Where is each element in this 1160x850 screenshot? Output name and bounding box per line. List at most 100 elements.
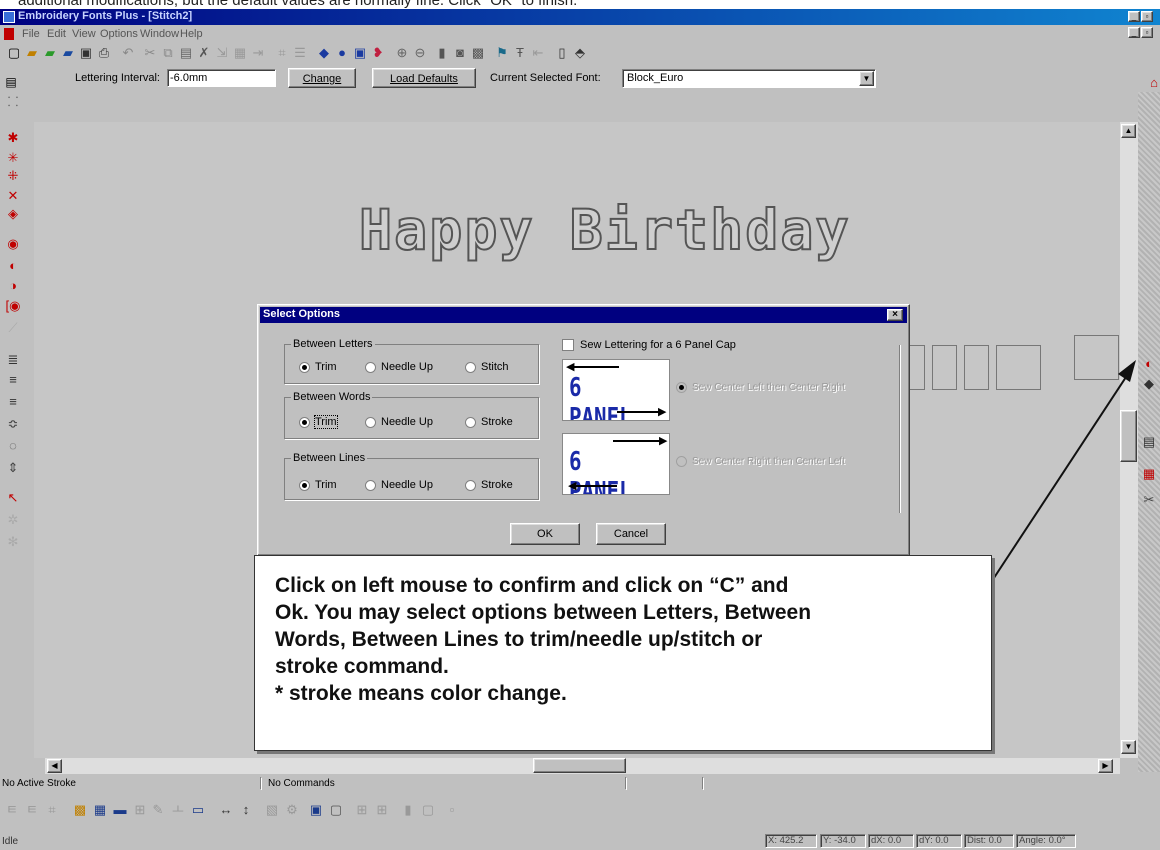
radio-indicator[interactable] [365, 479, 376, 491]
snowflake-icon[interactable]: ✻ [5, 534, 21, 550]
menu-view[interactable]: View [72, 28, 96, 40]
split-view-icon[interactable]: ▢ [328, 802, 344, 818]
align-left-icon[interactable]: ≡ [5, 372, 21, 388]
radio-indicator[interactable] [299, 416, 310, 428]
settings-icon[interactable]: ⚙ [284, 802, 300, 818]
radio-indicator[interactable] [299, 479, 310, 491]
letters-needle-up-radio[interactable]: Needle Up [365, 361, 433, 373]
zoom-out-icon[interactable]: ⊖ [412, 45, 428, 61]
scroll-down-button[interactable]: ▼ [1121, 740, 1136, 754]
save-icon[interactable]: ▣ [78, 45, 94, 61]
scroll-left-button[interactable]: ◀ [47, 759, 62, 773]
align-icon[interactable]: ㅌ [4, 802, 20, 818]
film-icon[interactable]: ▮ [400, 802, 416, 818]
dialog-close-button[interactable]: × [887, 309, 903, 321]
radio-indicator[interactable] [676, 456, 687, 467]
sew-center-left-radio[interactable]: Sew Center Left then Center Right [676, 382, 845, 393]
needle-icon[interactable]: ⚑ [494, 45, 510, 61]
paste-icon[interactable]: ▤ [178, 45, 194, 61]
split-tool-icon[interactable]: ⁜ [5, 168, 21, 184]
grid-icon[interactable]: ⌗ [274, 45, 290, 61]
grid-small-icon[interactable]: ⌗ [44, 802, 60, 818]
open-alt-icon[interactable]: ▰ [42, 45, 58, 61]
six-panel-cap-checkbox[interactable]: Sew Lettering for a 6 Panel Cap [562, 339, 736, 351]
table-icon[interactable]: ▦ [92, 802, 108, 818]
interval-input[interactable]: -6.0mm [167, 69, 276, 87]
page-icon[interactable]: ▯ [554, 45, 570, 61]
mirror-tool-icon[interactable]: ⇕ [5, 460, 21, 476]
lettering-tool-icon[interactable]: ▤ [3, 74, 19, 90]
radio-indicator[interactable] [365, 361, 376, 373]
line-tool-icon[interactable]: ⟋ [5, 320, 21, 336]
font-dropdown-button[interactable]: ▼ [859, 71, 874, 86]
cut-tool-icon[interactable]: ⇤ [530, 45, 546, 61]
circle-icon[interactable]: ● [334, 45, 350, 61]
marker-tool-icon[interactable]: ◈ [5, 206, 21, 222]
copy-icon[interactable]: ⧉ [160, 45, 176, 61]
level-icon[interactable]: ㅗ [170, 802, 186, 818]
grid-alt-icon[interactable]: ⊞ [132, 802, 148, 818]
monitor-icon[interactable]: ▣ [308, 802, 324, 818]
list-icon[interactable]: ☰ [292, 45, 308, 61]
arc-tool-icon[interactable]: ◐ [5, 258, 21, 274]
node-tool-icon[interactable]: ✳ [5, 150, 21, 166]
matrix-icon[interactable]: ⊞ [354, 802, 370, 818]
stitch-grid-icon[interactable]: ▦ [232, 45, 248, 61]
machine-icon[interactable]: ▩ [470, 45, 486, 61]
lines-trim-radio[interactable]: Trim [299, 479, 337, 491]
red-house-icon[interactable]: ⌂ [1146, 75, 1160, 91]
scroll-right-button[interactable]: ▶ [1098, 759, 1113, 773]
letters-stitch-radio[interactable]: Stitch [465, 361, 509, 373]
radio-indicator[interactable] [365, 416, 376, 428]
lines-stroke-radio[interactable]: Stroke [465, 479, 513, 491]
export-icon[interactable]: ⬘ [572, 45, 588, 61]
align-right-icon[interactable]: ≡ [5, 394, 21, 410]
box-icon[interactable]: ▢ [420, 802, 436, 818]
words-needle-up-radio[interactable]: Needle Up [365, 416, 433, 428]
open-icon[interactable]: ▰ [24, 45, 40, 61]
vertical-resize-icon[interactable]: ↕ [238, 802, 254, 818]
load-defaults-button[interactable]: Load Defaults [372, 68, 476, 88]
ok-button[interactable]: OK [510, 523, 580, 545]
zoom-in-icon[interactable]: ⊕ [394, 45, 410, 61]
center-tool-icon[interactable]: ≎ [5, 416, 21, 432]
horizontal-resize-icon[interactable]: ↔ [218, 802, 234, 818]
pattern-icon[interactable]: ▧ [264, 802, 280, 818]
change-button[interactable]: Change [288, 68, 356, 88]
point-icon[interactable]: ◆ [316, 45, 332, 61]
align-icon[interactable]: ㅌ [24, 802, 40, 818]
bracket-tool-icon[interactable]: [◉ [5, 298, 21, 314]
radio-indicator[interactable] [465, 361, 476, 373]
radio-indicator[interactable] [676, 382, 687, 393]
point-tool-icon[interactable]: ◉ [5, 236, 21, 252]
font-select[interactable]: Block_Euro ▼ [622, 69, 876, 88]
words-trim-radio[interactable]: Trim [299, 415, 338, 429]
cancel-button[interactable]: Cancel [596, 523, 666, 545]
pen-icon[interactable]: ✎ [150, 802, 166, 818]
print-icon[interactable]: ⎙ [96, 45, 112, 61]
open-design-icon[interactable]: ▰ [60, 45, 76, 61]
jump-icon[interactable]: ⇥ [250, 45, 266, 61]
select-tool-icon[interactable]: ⸬ [5, 94, 21, 110]
menu-options[interactable]: Options [100, 28, 138, 40]
cut-icon[interactable]: ✂ [142, 45, 158, 61]
maximize-button[interactable]: ▫ [1141, 11, 1153, 22]
menu-window[interactable]: Window [140, 28, 179, 40]
new-icon[interactable]: ▢ [6, 45, 22, 61]
checkbox-indicator[interactable] [562, 339, 574, 351]
transform-icon[interactable]: ⇲ [214, 45, 230, 61]
cursor-tool-icon[interactable]: ↖ [5, 490, 21, 506]
radio-indicator[interactable] [465, 416, 476, 428]
doc-restore-button[interactable]: ▫ [1141, 27, 1153, 38]
window-icon[interactable]: ▬ [112, 802, 128, 818]
lines-needle-up-radio[interactable]: Needle Up [365, 479, 433, 491]
undo-icon[interactable]: ↶ [120, 45, 136, 61]
display-icon[interactable]: ▮ [434, 45, 450, 61]
menu-file[interactable]: File [22, 28, 40, 40]
ruler-icon[interactable]: ▭ [190, 802, 206, 818]
words-stroke-radio[interactable]: Stroke [465, 416, 513, 428]
frame-icon[interactable]: ▣ [352, 45, 368, 61]
minimize-button[interactable]: _ [1128, 11, 1140, 22]
doc-minimize-button[interactable]: _ [1128, 27, 1140, 38]
fill-tool-icon[interactable]: ◑ [5, 278, 21, 294]
